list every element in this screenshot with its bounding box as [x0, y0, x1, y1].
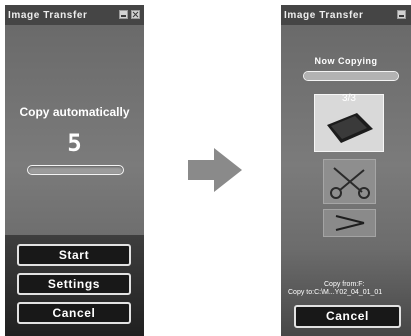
auto-transfer-window: Image Transfer Copy automatically 5 Star…	[5, 5, 144, 336]
window-title: Image Transfer	[8, 10, 88, 21]
close-icon[interactable]	[131, 10, 140, 19]
window-body: Copy automatically 5 Start Settings Canc…	[5, 25, 144, 336]
thumbnail-3	[323, 209, 376, 237]
file-counter: 3/3	[342, 93, 356, 104]
countdown-value: 5	[67, 129, 82, 157]
minimize-icon[interactable]	[119, 10, 128, 19]
titlebar[interactable]: Image Transfer	[5, 5, 144, 25]
window-body: Now Copying 3/3 Copy from:F: Copy to:C:\…	[281, 25, 411, 336]
start-button[interactable]: Start	[17, 244, 131, 266]
titlebar[interactable]: Image Transfer	[281, 5, 411, 25]
copy-automatically-label: Copy automatically	[19, 105, 130, 119]
button-panel: Start Settings Cancel	[5, 235, 144, 336]
copy-progress-fill	[304, 72, 398, 80]
settings-button[interactable]: Settings	[17, 273, 131, 295]
minimize-icon[interactable]	[397, 10, 406, 19]
copy-progress-window: Image Transfer Now Copying 3/3 Copy from…	[281, 5, 411, 336]
copy-to-label: Copy to:C:\M...Y02_04_01_01	[288, 289, 383, 296]
copy-progress-bar	[303, 71, 399, 81]
cancel-button[interactable]: Cancel	[294, 305, 401, 328]
now-copying-label: Now Copying	[314, 56, 378, 66]
copy-from-label: Copy from:F:	[324, 281, 365, 288]
cancel-button[interactable]: Cancel	[17, 302, 131, 324]
arrow-right-icon	[188, 148, 242, 192]
window-title: Image Transfer	[284, 10, 364, 21]
thumbnail-2	[323, 159, 376, 204]
countdown-progress-bar	[27, 165, 124, 175]
